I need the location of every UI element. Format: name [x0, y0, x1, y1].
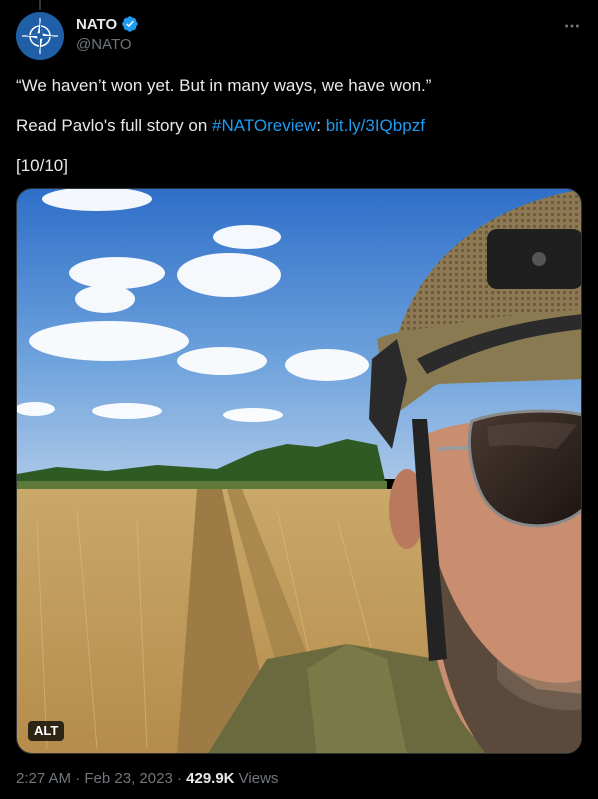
meta-separator: · — [71, 770, 85, 787]
display-name[interactable]: NATO — [76, 16, 117, 33]
story-prefix: Read Pavlo's full story on — [16, 116, 213, 135]
nato-compass-logo-icon — [16, 12, 64, 60]
name-row: NATO — [76, 15, 139, 33]
story-url-link[interactable]: bit.ly/3IQbpzf — [326, 116, 425, 135]
verified-badge-icon — [121, 15, 139, 33]
more-options-icon[interactable] — [562, 16, 582, 36]
alt-text-badge[interactable]: ALT — [28, 721, 65, 741]
handle[interactable]: @NATO — [76, 36, 132, 53]
tweet-story-line: Read Pavlo's full story on #NATOreview: … — [16, 116, 425, 136]
avatar[interactable] — [16, 12, 64, 60]
tweet-time[interactable]: 2:27 AM — [16, 770, 71, 787]
tweet-date[interactable]: Feb 23, 2023 — [84, 770, 172, 787]
views-label: Views — [234, 770, 279, 787]
meta-separator: · — [172, 770, 187, 787]
tweet-quote: “We haven’t won yet. But in many ways, w… — [16, 76, 432, 95]
tweet-photo[interactable] — [16, 188, 582, 754]
tweet-header: NATO @NATO — [16, 12, 582, 62]
hashtag-link[interactable]: #NATOreview — [212, 116, 316, 135]
thread-connector-line — [39, 0, 41, 10]
thread-counter: [10/10] — [16, 156, 68, 175]
soldier-selfie-wheat-field-photo-icon — [17, 189, 581, 753]
story-separator: : — [316, 116, 326, 135]
views-count: 429.9K — [186, 770, 235, 787]
tweet-metadata: 2:27 AM · Feb 23, 2023 · 429.9K Views — [16, 770, 278, 787]
